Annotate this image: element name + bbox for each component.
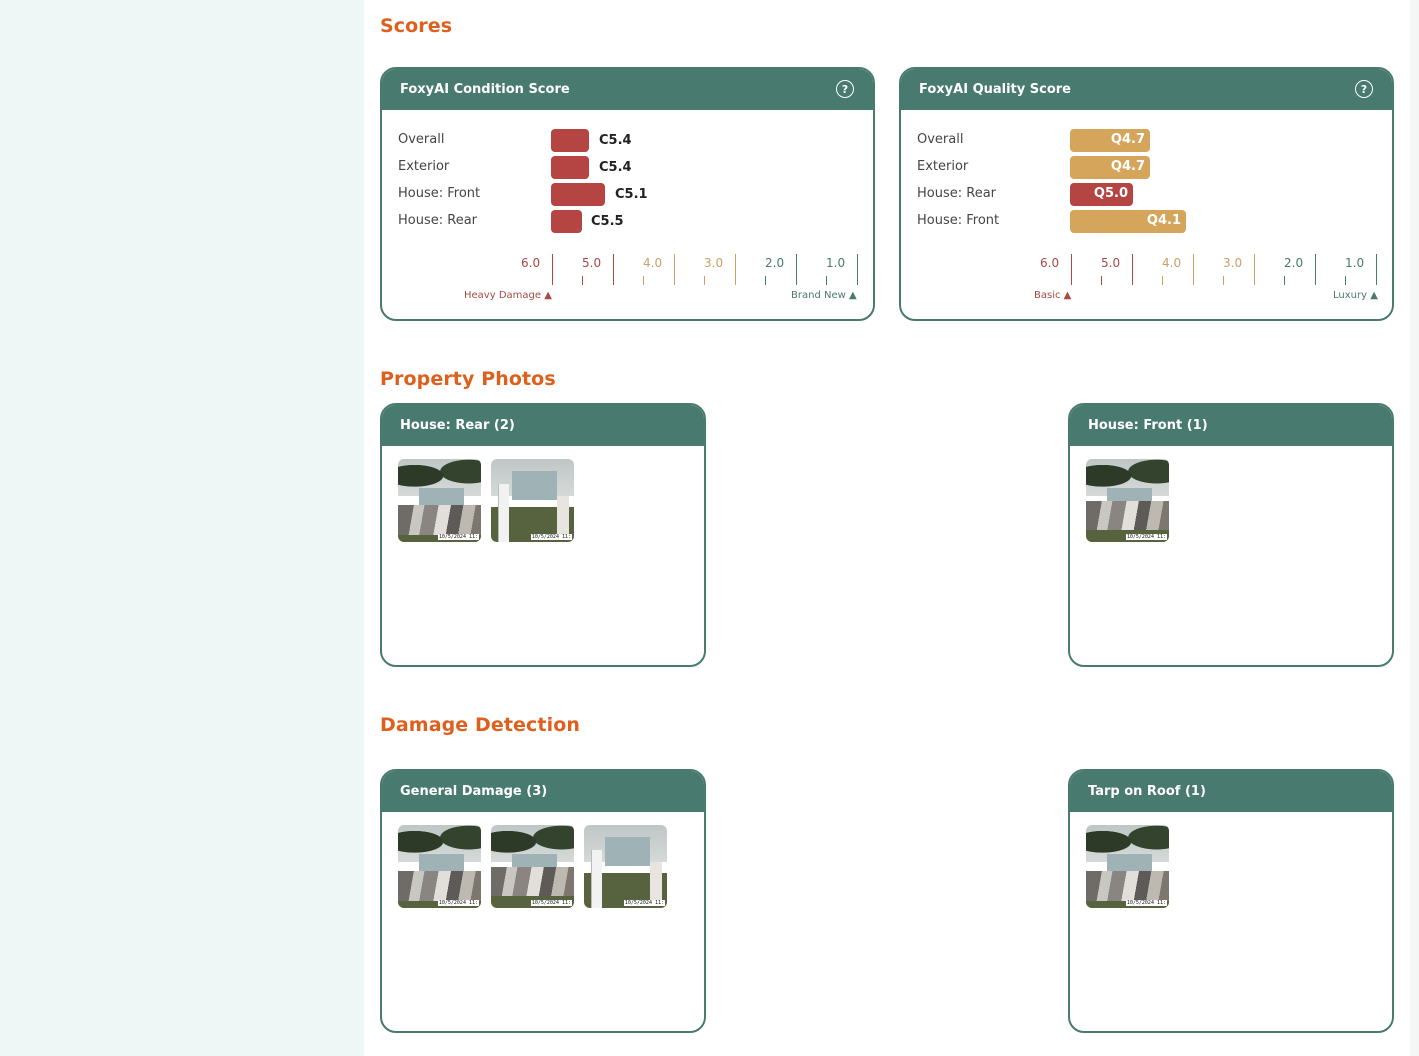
photo-thumbnail[interactable]: 10/5/2024 11: [491,825,574,908]
photo-timestamp: 10/5/2024 11: [530,534,572,540]
scrollbar-track[interactable] [1410,0,1419,1056]
damage-card-title: General Damage (3) [400,784,548,799]
photo-thumbnail[interactable]: 10/5/2024 11: [584,825,667,908]
scale-major-tick [1071,254,1072,285]
scale-major-tick [735,254,736,285]
tick-label: 2.0 [765,256,785,270]
photo-card-title: House: Front (1) [1088,418,1208,433]
photo-card-header: House: Front (1) [1070,405,1392,446]
photo-card-header: House: Rear (2) [382,405,704,446]
scale-minor-tick [826,276,827,285]
tick-label: 5.0 [582,256,602,270]
scale-minor-tick [643,276,644,285]
photo-timestamp: 10/5/2024 11: [437,900,479,906]
photo-thumbnail[interactable]: 10/5/2024 11: [1086,459,1169,542]
heavy-damage-note: Heavy Damage ▲ [464,290,552,301]
tick-label: 3.0 [704,256,724,270]
tick-label: 1.0 [826,256,846,270]
photo-card-house-rear: House: Rear (2) 10/5/2024 11: 10/5/2024 … [380,403,706,667]
tick-label: 4.0 [1162,256,1182,270]
scale-major-tick [1315,254,1316,285]
tick-label: 6.0 [521,256,541,270]
scale-minor-tick [1284,276,1285,285]
photo-timestamp: 10/5/2024 11: [437,534,479,540]
scale-minor-tick [1162,276,1163,285]
photo-thumbnail[interactable]: 10/5/2024 11: [1086,825,1169,908]
scale-major-tick [1132,254,1133,285]
scale-minor-tick [704,276,705,285]
scale-minor-tick [765,276,766,285]
damage-card-title: Tarp on Roof (1) [1088,784,1206,799]
damage-card-general: General Damage (3) 10/5/2024 11: 10/5/20… [380,769,706,1033]
photo-thumbnail[interactable]: 10/5/2024 11: [398,825,481,908]
tick-label: 3.0 [1223,256,1243,270]
condition-score-card: FoxyAI Condition Score ? Overall C5.4 Ex… [380,67,875,321]
scale-major-tick [1254,254,1255,285]
photo-timestamp: 10/5/2024 11: [1125,900,1167,906]
scale-minor-tick [1345,276,1346,285]
tick-label: 6.0 [1040,256,1060,270]
tick-label: 2.0 [1284,256,1304,270]
damage-card-tarp-on-roof: Tarp on Roof (1) 10/5/2024 11: [1068,769,1394,1033]
damage-card-header: General Damage (3) [382,771,704,812]
scale-major-tick [674,254,675,285]
photo-timestamp: 10/5/2024 11: [530,900,572,906]
condition-scale: 6.0 5.0 4.0 3.0 2.0 1.0 Heavy Damage ▲ B… [382,69,873,319]
brand-new-note: Brand New ▲ [791,290,857,301]
basic-note: Basic ▲ [1034,290,1072,301]
tick-label: 4.0 [643,256,663,270]
scale-minor-tick [582,276,583,285]
tick-label: 5.0 [1101,256,1121,270]
damage-card-header: Tarp on Roof (1) [1070,771,1392,812]
scale-major-tick [1193,254,1194,285]
photo-card-house-front: House: Front (1) 10/5/2024 11: [1068,403,1394,667]
scale-major-tick [1376,254,1377,285]
left-sidebar-panel [0,0,364,1056]
quality-score-card: FoxyAI Quality Score ? Overall Q4.7 Exte… [899,67,1394,321]
quality-scale: 6.0 5.0 4.0 3.0 2.0 1.0 Basic ▲ Luxury ▲ [901,69,1392,319]
scale-minor-tick [1101,276,1102,285]
tick-label: 1.0 [1345,256,1365,270]
scale-major-tick [857,254,858,285]
photo-thumbnail[interactable]: 10/5/2024 11: [398,459,481,542]
scale-major-tick [552,254,553,285]
property-photos-heading: Property Photos [380,368,556,390]
damage-detection-heading: Damage Detection [380,714,580,736]
photo-card-title: House: Rear (2) [400,418,515,433]
scale-major-tick [796,254,797,285]
photo-timestamp: 10/5/2024 11: [623,900,665,906]
luxury-note: Luxury ▲ [1333,290,1378,301]
photo-timestamp: 10/5/2024 11: [1125,534,1167,540]
photo-thumbnail[interactable]: 10/5/2024 11: [491,459,574,542]
scale-minor-tick [1223,276,1224,285]
scores-heading: Scores [380,15,453,37]
scale-major-tick [613,254,614,285]
